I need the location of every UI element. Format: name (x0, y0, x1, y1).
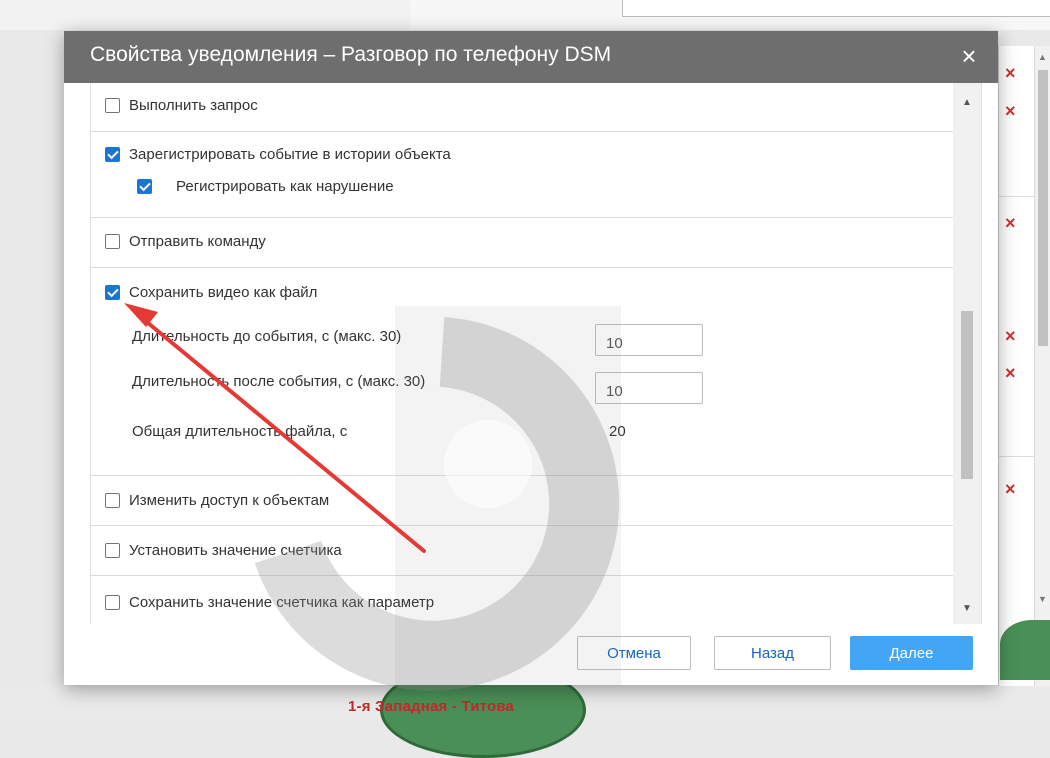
save-video-option[interactable]: Сохранить видео как файл (105, 284, 317, 301)
list-divider (999, 456, 1035, 457)
delete-icon[interactable]: × (1005, 327, 1016, 345)
save-counter-option[interactable]: Сохранить значение счетчика как параметр (105, 594, 434, 611)
dialog-content: Выполнить запрос Зарегистрировать событи… (90, 83, 982, 624)
execute-request-checkbox[interactable] (105, 98, 120, 113)
set-counter-label: Установить значение счетчика (129, 542, 342, 559)
list-divider (999, 196, 1035, 197)
section-execute-request: Выполнить запрос (91, 83, 953, 132)
save-video-checkbox[interactable] (105, 285, 120, 300)
section-save-video: Сохранить видео как файл Длительность до… (91, 268, 953, 476)
section-register-event: Зарегистрировать событие в истории объек… (91, 132, 953, 218)
section-save-counter: Сохранить значение счетчика как параметр (91, 576, 953, 624)
dialog-title: Свойства уведомления – Разговор по телеф… (90, 43, 612, 66)
duration-before-label: Длительность до события, с (макс. 30) (132, 328, 402, 345)
send-command-label: Отправить команду (129, 233, 266, 250)
map-zone-label: 1-я Западная - Титова (348, 698, 515, 715)
scroll-down-icon[interactable]: ▼ (1038, 594, 1047, 604)
close-icon[interactable]: × (954, 41, 984, 71)
section-change-access: Изменить доступ к объектам (91, 476, 953, 526)
delete-icon[interactable]: × (1005, 480, 1016, 498)
register-violation-checkbox[interactable] (137, 179, 152, 194)
dialog-scrollbar[interactable]: ▲ ▼ (953, 83, 981, 624)
background-input-box (622, 0, 1050, 17)
total-duration-value: 20 (609, 423, 626, 440)
notification-properties-dialog: Свойства уведомления – Разговор по телеф… (64, 31, 998, 685)
duration-after-input[interactable] (595, 372, 703, 404)
back-button[interactable]: Назад (714, 636, 831, 670)
save-counter-checkbox[interactable] (105, 595, 120, 610)
next-button[interactable]: Далее (850, 636, 973, 670)
background-scrollbar[interactable]: ▲ ▼ (1034, 46, 1050, 686)
total-duration-label: Общая длительность файла, с (132, 423, 348, 440)
save-counter-label: Сохранить значение счетчика как параметр (129, 594, 435, 611)
background-scrollbar-thumb[interactable] (1038, 70, 1048, 346)
send-command-checkbox[interactable] (105, 234, 120, 249)
scroll-up-icon[interactable]: ▲ (953, 97, 981, 108)
map-zone-shape (1000, 620, 1050, 680)
execute-request-option[interactable]: Выполнить запрос (105, 97, 258, 114)
duration-before-input[interactable] (595, 324, 703, 356)
dialog-header: Свойства уведомления – Разговор по телеф… (64, 31, 998, 83)
delete-icon[interactable]: × (1005, 102, 1016, 120)
set-counter-option[interactable]: Установить значение счетчика (105, 542, 342, 559)
scroll-up-icon[interactable]: ▲ (1038, 52, 1047, 62)
register-event-option[interactable]: Зарегистрировать событие в истории объек… (105, 146, 451, 163)
set-counter-checkbox[interactable] (105, 543, 120, 558)
delete-icon[interactable]: × (1005, 364, 1016, 382)
cancel-button[interactable]: Отмена (577, 636, 691, 670)
scroll-down-icon[interactable]: ▼ (953, 603, 981, 614)
send-command-option[interactable]: Отправить команду (105, 233, 266, 250)
section-send-command: Отправить команду (91, 218, 953, 268)
execute-request-label: Выполнить запрос (129, 97, 258, 114)
change-access-checkbox[interactable] (105, 493, 120, 508)
register-event-label: Зарегистрировать событие в истории объек… (129, 146, 451, 163)
dialog-scrollbar-thumb[interactable] (961, 311, 973, 479)
change-access-label: Изменить доступ к объектам (129, 492, 330, 509)
duration-after-label: Длительность после события, с (макс. 30) (132, 373, 426, 390)
save-video-label: Сохранить видео как файл (129, 284, 318, 301)
background-panel-left (0, 0, 411, 30)
register-violation-label: Регистрировать как нарушение (176, 178, 394, 195)
register-violation-option[interactable]: Регистрировать как нарушение (137, 178, 394, 195)
delete-icon[interactable]: × (1005, 214, 1016, 232)
dialog-footer: Отмена Назад Далее (64, 624, 998, 685)
background-notification-list: × × × × × × (998, 46, 1035, 686)
delete-icon[interactable]: × (1005, 64, 1016, 82)
change-access-option[interactable]: Изменить доступ к объектам (105, 492, 329, 509)
section-set-counter: Установить значение счетчика (91, 526, 953, 576)
register-event-checkbox[interactable] (105, 147, 120, 162)
